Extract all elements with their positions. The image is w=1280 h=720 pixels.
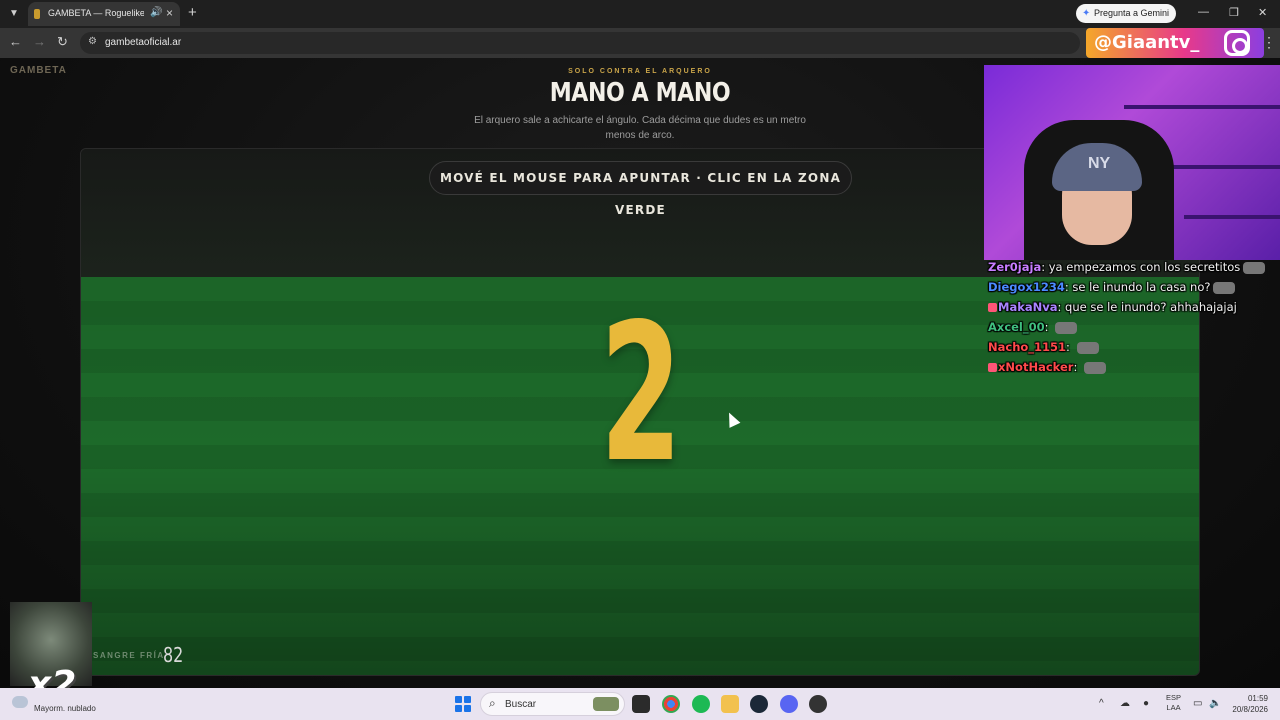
chat-username: Nacho_1151	[988, 340, 1067, 354]
monitor-icon[interactable]: ▭	[1193, 698, 1202, 709]
instruction-pill: MOVÉ EL MOUSE PARA APUNTAR · CLIC EN LA …	[429, 161, 852, 217]
audio-playing-icon[interactable]: 🔊	[150, 7, 162, 18]
chat-username: xNotHacker	[998, 360, 1074, 374]
url-field[interactable]: ⚙ gambetaoficial.ar	[80, 32, 1080, 54]
chat-message: Zer0jaja: ya empezamos con los secretito…	[988, 257, 1278, 277]
stream-chat: Zer0jaja: ya empezamos con los secretito…	[988, 257, 1278, 377]
gemini-label: Pregunta a Gemini	[1094, 8, 1170, 18]
clock-time: 01:59	[1247, 694, 1268, 703]
microphone-icon[interactable]: ●	[1143, 698, 1149, 709]
cloud-icon[interactable]: ☁	[1120, 698, 1130, 709]
url-text: gambetaoficial.ar	[105, 37, 182, 48]
site-logo[interactable]: GAMBETA	[10, 65, 67, 76]
chat-message: xNotHacker:	[988, 357, 1278, 377]
chat-separator: :	[1057, 300, 1066, 314]
task-view-icon[interactable]	[632, 695, 650, 713]
instagram-icon	[1224, 30, 1250, 56]
lang-layout: LAA	[1166, 703, 1181, 712]
chat-message: Nacho_1151:	[988, 337, 1278, 357]
streamer-webcam: NY	[984, 65, 1280, 260]
app-icon[interactable]	[809, 695, 827, 713]
clock-date: 20/8/2026	[1232, 705, 1268, 714]
minimize-icon[interactable]: —	[1198, 6, 1209, 18]
chat-emote-icon	[1083, 361, 1106, 374]
chat-separator: :	[1066, 340, 1074, 354]
countdown-number: 2	[600, 283, 682, 504]
discord-icon[interactable]	[780, 695, 798, 713]
site-info-icon[interactable]: ⚙	[88, 36, 97, 47]
weather-cloud-icon[interactable]	[12, 696, 28, 708]
gemini-sparkle-icon: ✦	[1082, 8, 1091, 19]
chat-username: Zer0jaja	[988, 260, 1042, 274]
stat-value: 82	[163, 643, 184, 667]
shelf	[1124, 105, 1280, 109]
browser-tab[interactable]: GAMBETA — Roguelike de 🔊 ×	[28, 2, 180, 26]
gemini-button[interactable]: ✦ Pregunta a Gemini	[1076, 4, 1176, 23]
mode-title: MANO A MANO	[549, 78, 731, 108]
new-tab-button[interactable]: +	[188, 4, 197, 21]
system-clock[interactable]: 01:59 20/8/2026	[1226, 693, 1268, 715]
stat-label: SANGRE FRÍA	[93, 651, 165, 660]
back-arrow-icon[interactable]: ←	[9, 34, 22, 49]
mode-kicker: SOLO CONTRA EL ARQUERO	[568, 68, 712, 75]
spotify-icon[interactable]	[692, 695, 710, 713]
tab-title: GAMBETA — Roguelike de	[48, 8, 144, 18]
start-icon[interactable]	[455, 696, 471, 712]
language-indicator[interactable]: ESP LAA	[1166, 693, 1181, 713]
mode-description: El arquero sale a achicarte el ángulo. C…	[474, 115, 806, 141]
shelf	[1164, 165, 1280, 169]
taskbar-search[interactable]: ⌕ Buscar	[480, 692, 625, 716]
chat-username: Diegox1234	[988, 280, 1065, 294]
chat-emote-icon	[1213, 281, 1236, 294]
chat-message: Diegox1234: se le inundo la casa no?	[988, 277, 1278, 297]
close-tab-icon[interactable]: ×	[166, 6, 173, 20]
shelf	[1184, 215, 1280, 219]
chat-text: se le inundo la casa no?	[1072, 280, 1211, 294]
chrome-icon[interactable]	[662, 695, 680, 713]
browser-menu-icon[interactable]: ⋮	[1262, 34, 1276, 51]
chat-badge-icon	[988, 363, 997, 372]
search-highlight-icon	[593, 697, 619, 711]
instagram-handle: @Giaantv_	[1094, 32, 1200, 53]
tray-chevron-icon[interactable]: ^	[1099, 698, 1104, 709]
chat-separator: :	[1073, 360, 1081, 374]
search-placeholder: Buscar	[505, 699, 537, 710]
windows-taskbar: Mayorm. nublado ⌕ Buscar ^ ☁ ● ESP LAA ▭…	[0, 688, 1280, 720]
chat-message: Axcel_00:	[988, 317, 1278, 337]
chat-emote-icon	[1055, 321, 1078, 334]
chat-message: MakaNva: que se le inundo? ahhahajajaj	[988, 297, 1278, 317]
chat-badge-icon	[988, 303, 997, 312]
chat-username: MakaNva	[998, 300, 1058, 314]
search-icon: ⌕	[489, 696, 496, 710]
chat-username: Axcel_00	[988, 320, 1045, 334]
chat-emote-icon	[1076, 341, 1099, 354]
tab-search-chevron-icon[interactable]: ▼	[6, 6, 22, 22]
chat-emote-icon	[1243, 261, 1266, 274]
chat-text: que se le inundo? ahhahajajaj	[1065, 300, 1237, 314]
instagram-overlay: @Giaantv_	[1086, 28, 1264, 58]
file-explorer-icon[interactable]	[721, 695, 739, 713]
forward-arrow-icon[interactable]: →	[33, 34, 46, 49]
chat-separator: :	[1041, 260, 1049, 274]
chat-separator: :	[1044, 320, 1053, 334]
volume-icon[interactable]: 🔈	[1209, 698, 1221, 709]
lang-code: ESP	[1166, 693, 1182, 702]
steam-icon[interactable]	[750, 695, 768, 713]
restore-icon[interactable]: ❐	[1229, 6, 1239, 19]
reload-icon[interactable]: ↻	[57, 34, 68, 50]
close-window-icon[interactable]: ✕	[1258, 6, 1267, 19]
chat-text: ya empezamos con los secretitos	[1048, 260, 1241, 274]
ny-logo-icon: NY	[1088, 155, 1111, 172]
weather-text[interactable]: Mayorm. nublado	[34, 704, 96, 713]
favicon-icon	[34, 9, 40, 19]
browser-tab-bar: ▼ GAMBETA — Roguelike de 🔊 × + ✦ Pregunt…	[0, 0, 1280, 28]
